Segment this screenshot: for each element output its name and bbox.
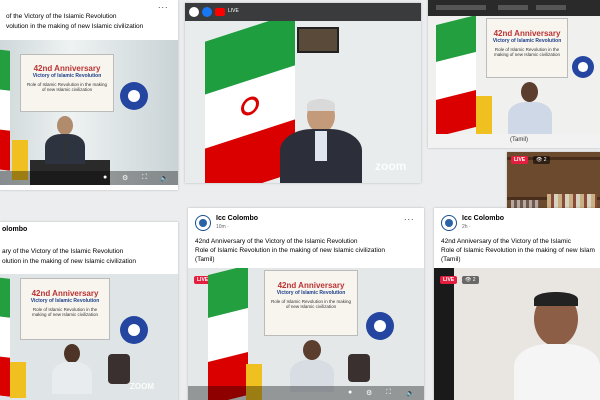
post-text-line-1: 42nd Anniversary of the Victory of the I… bbox=[441, 238, 571, 245]
video-player[interactable]: 42nd Anniversary Victory of Islamic Revo… bbox=[0, 40, 178, 185]
volume-icon[interactable]: 🔈 bbox=[406, 389, 415, 397]
iran-flag bbox=[0, 277, 10, 397]
video-controls[interactable]: ● ⚙ ⛶ 🔈 bbox=[188, 386, 424, 400]
post-text-line-2: volution in the making of new Islamic ci… bbox=[6, 23, 144, 30]
zoom-gallery-top-right: 42nd Anniversary Victory of Islamic Revo… bbox=[428, 0, 600, 148]
viewer-count: 👁 2 bbox=[533, 156, 550, 164]
post-text-line-2: olution in the making of new Islamic civ… bbox=[2, 258, 137, 265]
microphone bbox=[64, 140, 66, 160]
emblem-icon bbox=[366, 312, 394, 340]
caption-tamil: (Tamil) bbox=[510, 137, 528, 143]
youtube-icon[interactable] bbox=[215, 8, 225, 16]
iran-flag bbox=[208, 268, 248, 400]
zoom-logo: zoom bbox=[375, 159, 407, 173]
hair bbox=[307, 99, 335, 111]
page-avatar[interactable] bbox=[195, 215, 211, 231]
emblem-icon bbox=[572, 56, 594, 78]
google-icon[interactable] bbox=[189, 7, 199, 17]
more-options-icon[interactable]: ... bbox=[158, 0, 169, 10]
viewer-count: 👁 2 bbox=[462, 276, 479, 284]
hair bbox=[534, 292, 578, 306]
emblem-icon bbox=[120, 316, 148, 344]
portrait-frame bbox=[297, 27, 339, 53]
post-card-bottom-right: Icc Colombo 2h · 42nd Anniversary of the… bbox=[434, 208, 600, 400]
page-name[interactable]: Icc Colombo bbox=[462, 215, 504, 222]
video-frame[interactable]: zoom bbox=[185, 21, 421, 183]
post-time[interactable]: 10m · bbox=[216, 224, 229, 230]
iran-flag bbox=[436, 16, 476, 134]
page-avatar[interactable] bbox=[441, 215, 457, 231]
facebook-icon[interactable] bbox=[202, 7, 212, 17]
fullscreen-icon[interactable]: ⛶ bbox=[386, 389, 391, 397]
portrait-person bbox=[108, 354, 130, 384]
play-icon[interactable]: ● bbox=[103, 174, 107, 181]
post-text-line-2: Role of Islamic Revolution in the making… bbox=[441, 247, 595, 254]
post-text-line-1: 42nd Anniversary of the Victory of the I… bbox=[195, 238, 358, 245]
iran-flag bbox=[0, 49, 10, 171]
post-text-line-3: (Tamil) bbox=[195, 256, 215, 263]
live-badge: LIVE bbox=[440, 276, 458, 284]
flag-yellow bbox=[10, 362, 26, 398]
fullscreen-icon[interactable]: ⛶ bbox=[142, 174, 147, 182]
video-controls[interactable]: ● ⚙ ⛶ 🔈 bbox=[0, 171, 178, 185]
post-text-line-2: Role of Islamic Revolution in the making… bbox=[195, 247, 386, 254]
settings-icon[interactable]: ⚙ bbox=[122, 174, 128, 182]
speaker-person bbox=[290, 340, 334, 392]
video-frame[interactable]: 42nd Anniversary Victory of Islamic Revo… bbox=[428, 16, 600, 134]
speaker-person bbox=[280, 99, 362, 183]
participant-person bbox=[514, 292, 600, 400]
flag-small bbox=[476, 96, 492, 134]
browser-toolbar: LIVE bbox=[185, 3, 421, 21]
event-banner: 42nd Anniversary Victory of Islamic Revo… bbox=[486, 18, 568, 78]
settings-icon[interactable]: ⚙ bbox=[366, 389, 372, 397]
page-name[interactable]: Icc Colombo bbox=[216, 215, 258, 222]
event-banner: 42nd Anniversary Victory of Islamic Revo… bbox=[20, 278, 110, 340]
speaker-person bbox=[508, 82, 552, 134]
event-banner: 42nd Anniversary Victory of Islamic Revo… bbox=[264, 270, 358, 336]
page-name[interactable]: olombo bbox=[2, 226, 27, 233]
video-player[interactable]: LIVE 👁 1 42nd Anniversary Victory of Isl… bbox=[188, 268, 424, 400]
more-options-icon[interactable]: ... bbox=[404, 212, 415, 222]
zoom-logo: ZOOM bbox=[130, 382, 154, 391]
video-player[interactable]: 42nd Anniversary Victory of Islamic Revo… bbox=[0, 274, 178, 400]
emblem-icon bbox=[120, 82, 148, 110]
play-icon[interactable]: ● bbox=[348, 389, 352, 396]
post-text-line-3: (Tamil) bbox=[441, 256, 461, 263]
post-card-top-left: of the Victory of the Islamic Revolution… bbox=[0, 0, 178, 190]
post-card-bottom-center: Icc Colombo 10m · ... 42nd Anniversary o… bbox=[188, 208, 424, 400]
volume-icon[interactable]: 🔈 bbox=[160, 174, 169, 182]
speaker-person bbox=[52, 344, 92, 394]
video-player[interactable]: LIVE 👁 2 bbox=[434, 268, 600, 400]
portrait-person bbox=[348, 354, 370, 382]
post-time[interactable]: 2h · bbox=[462, 224, 471, 230]
post-card-bottom-left: olombo ary of the Victory of the Islamic… bbox=[0, 222, 178, 400]
event-banner: 42nd Anniversary Victory of Islamic Revo… bbox=[20, 54, 114, 112]
toolbar-live-text: LIVE bbox=[228, 8, 239, 14]
zoom-window: LIVE zoom bbox=[185, 3, 421, 183]
live-badge: LIVE bbox=[511, 156, 529, 164]
zoom-header-bar bbox=[428, 0, 600, 16]
post-text-line-1: ary of the Victory of the Islamic Revolu… bbox=[2, 248, 124, 255]
post-text-line-1: of the Victory of the Islamic Revolution bbox=[6, 13, 117, 20]
